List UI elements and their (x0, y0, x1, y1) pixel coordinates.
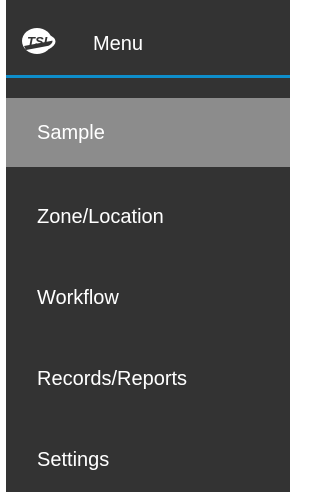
nav-item-label: Records/Reports (37, 368, 188, 390)
svg-text:TSI: TSI (27, 34, 48, 49)
menu-title: Menu (93, 33, 144, 55)
nav-list: Sample Zone/Location Workflow Records/Re… (6, 98, 290, 503)
nav-item-label: Sample (37, 122, 105, 144)
nav-item-settings[interactable]: Settings (6, 422, 290, 503)
nav-item-label: Zone/Location (37, 206, 164, 228)
menu-header: TSI Menu (6, 0, 290, 78)
nav-item-label: Settings (37, 449, 110, 471)
nav-item-workflow[interactable]: Workflow (6, 260, 290, 341)
nav-item-sample[interactable]: Sample (6, 98, 290, 167)
tsi-logo-icon[interactable]: TSI (20, 26, 62, 56)
side-menu: TSI Menu Sample Zone/Location Workflow R… (6, 0, 290, 492)
nav-item-zone-location[interactable]: Zone/Location (6, 179, 290, 260)
header-divider (6, 75, 290, 78)
nav-item-records-reports[interactable]: Records/Reports (6, 341, 290, 422)
nav-item-label: Workflow (37, 287, 119, 309)
